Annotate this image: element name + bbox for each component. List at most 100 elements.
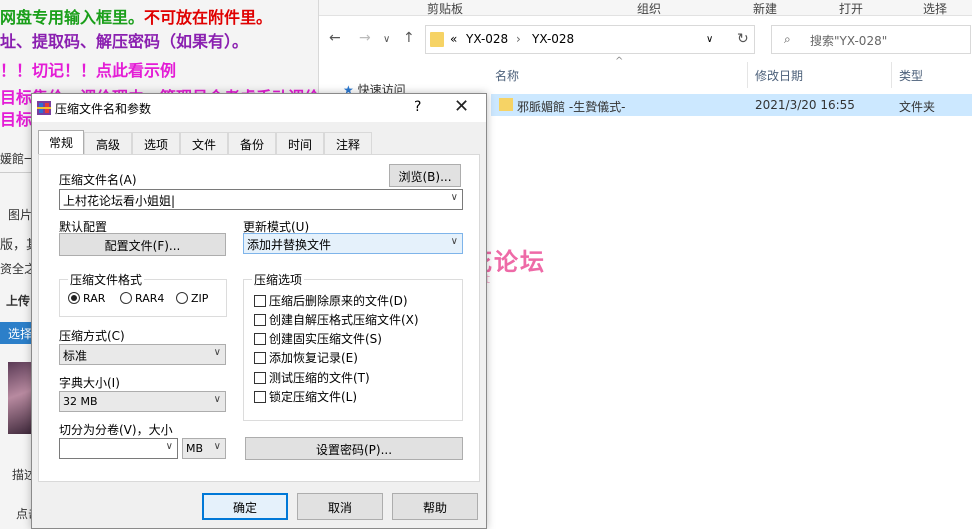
update-mode-select[interactable]: 添加并替换文件 ∨ xyxy=(243,233,463,254)
checkbox-icon xyxy=(254,352,266,364)
search-box[interactable]: ⌕ 搜索"YX-028" xyxy=(771,25,971,54)
radio-rar[interactable]: RAR xyxy=(68,292,105,305)
ribbon-organize: 组织 xyxy=(637,2,662,16)
checkbox-icon xyxy=(254,314,266,326)
ribbon-open: 打开 xyxy=(839,2,864,16)
radio-selected-icon xyxy=(68,292,80,304)
help-icon[interactable]: ? xyxy=(414,99,421,115)
address-bar[interactable]: « YX-028 › YX-028 ∨ xyxy=(425,25,755,54)
ok-button[interactable]: 确定 xyxy=(202,493,288,520)
file-date: 2021/3/20 16:55 xyxy=(755,98,855,112)
breadcrumb-overflow[interactable]: « xyxy=(450,32,457,46)
file-name: 邪脈媚館 -生贄儀式- xyxy=(517,100,626,114)
method-value: 标准 xyxy=(63,349,88,363)
tab-panel-general: 压缩文件名(A) 浏览(B)... 上村花论坛看小姐姐| ∨ 默认配置 配置文件… xyxy=(38,154,480,482)
search-placeholder: 搜索"YX-028" xyxy=(810,34,888,48)
page-text-b: 图片 xyxy=(8,208,33,222)
column-type[interactable]: 类型 xyxy=(899,67,923,84)
folder-icon xyxy=(499,98,513,111)
options-group-label: 压缩选项 xyxy=(252,271,305,288)
column-separator[interactable] xyxy=(891,62,892,88)
archive-name-field[interactable]: 上村花论坛看小姐姐| ∨ xyxy=(59,189,463,210)
file-type: 文件夹 xyxy=(899,100,936,114)
radio-rar-label: RAR xyxy=(83,292,106,305)
option-label: 压缩后删除原来的文件(D) xyxy=(269,294,408,308)
column-name[interactable]: 名称 xyxy=(495,67,519,84)
option-test[interactable]: 测试压缩的文件(T) xyxy=(254,369,370,386)
chevron-down-icon[interactable]: ∨ xyxy=(214,347,221,358)
breadcrumb-item[interactable]: YX-028 xyxy=(466,32,508,46)
method-label: 压缩方式(C) xyxy=(59,329,125,343)
option-delete-after[interactable]: 压缩后删除原来的文件(D) xyxy=(254,292,408,309)
refresh-icon[interactable]: ↻ xyxy=(737,31,749,47)
tab-advanced[interactable]: 高级 xyxy=(84,132,132,154)
address-dropdown-icon[interactable]: ∨ xyxy=(706,34,713,45)
chevron-down-icon[interactable]: ∨ xyxy=(166,441,173,452)
chevron-down-icon[interactable]: ∨ xyxy=(451,236,458,247)
set-password-button[interactable]: 设置密码(P)... xyxy=(245,437,463,460)
ribbon-select: 选择 xyxy=(923,2,948,16)
back-arrow-icon[interactable]: ← xyxy=(329,30,341,46)
method-select[interactable]: 标准 ∨ xyxy=(59,344,226,365)
tab-options[interactable]: 选项 xyxy=(132,132,180,154)
tab-time[interactable]: 时间 xyxy=(276,132,324,154)
split-unit-select[interactable]: MB ∨ xyxy=(182,438,226,459)
help-button[interactable]: 帮助 xyxy=(392,493,478,520)
forward-arrow-icon[interactable]: → xyxy=(359,30,371,46)
option-label: 测试压缩的文件(T) xyxy=(269,371,370,385)
option-lock[interactable]: 锁定压缩文件(L) xyxy=(254,388,357,405)
update-mode-value: 添加并替换文件 xyxy=(247,238,332,252)
checkbox-icon xyxy=(254,333,266,345)
chevron-down-icon[interactable]: ∨ xyxy=(214,441,221,452)
column-separator[interactable] xyxy=(747,62,748,88)
select-tab[interactable]: 选择 xyxy=(0,322,32,344)
tab-files[interactable]: 文件 xyxy=(180,132,228,154)
option-label: 创建自解压格式压缩文件(X) xyxy=(269,313,419,327)
up-arrow-icon[interactable]: ↑ xyxy=(403,30,415,46)
radio-zip[interactable]: ZIP xyxy=(176,292,208,305)
radio-zip-label: ZIP xyxy=(191,292,209,305)
tab-comment[interactable]: 注释 xyxy=(324,132,372,154)
cancel-button[interactable]: 取消 xyxy=(297,493,383,520)
radio-icon xyxy=(120,292,132,304)
format-group-label: 压缩文件格式 xyxy=(68,271,145,288)
page-text-e: 上传 xyxy=(6,294,31,308)
browse-button[interactable]: 浏览(B)... xyxy=(389,164,461,187)
close-icon[interactable]: ✕ xyxy=(454,96,469,117)
notice-green-text: 网盘专用输入框里。 xyxy=(0,8,145,27)
winrar-app-icon xyxy=(37,101,51,115)
option-sfx[interactable]: 创建自解压格式压缩文件(X) xyxy=(254,311,419,328)
notice-red-text: 不可放在附件里。 xyxy=(144,8,273,27)
split-label: 切分为分卷(V)，大小 xyxy=(59,423,173,437)
tab-backup[interactable]: 备份 xyxy=(228,132,276,154)
sort-up-icon: ^ xyxy=(615,56,624,67)
options-group: 压缩选项 压缩后删除原来的文件(D) 创建自解压格式压缩文件(X) 创建固实压缩… xyxy=(243,271,463,421)
split-unit-value: MB xyxy=(186,442,204,455)
dictionary-value: 32 MB xyxy=(63,395,98,408)
option-solid[interactable]: 创建固实压缩文件(S) xyxy=(254,330,382,347)
split-size-input[interactable]: ∨ xyxy=(59,438,178,459)
radio-rar4[interactable]: RAR4 xyxy=(120,292,164,305)
file-row[interactable]: 邪脈媚館 -生贄儀式- 2021/3/20 16:55 文件夹 xyxy=(491,94,972,116)
profiles-button[interactable]: 配置文件(F)... xyxy=(59,233,226,256)
ribbon-new: 新建 xyxy=(753,2,778,16)
recent-chevron-icon[interactable]: ∨ xyxy=(383,34,390,45)
search-icon: ⌕ xyxy=(784,32,791,46)
ribbon-clipboard: 剪贴板 xyxy=(427,2,464,16)
archive-name-value: 上村花论坛看小姐姐| xyxy=(63,194,176,208)
checkbox-icon xyxy=(254,372,266,384)
breadcrumb-item[interactable]: YX-028 xyxy=(532,32,574,46)
option-recovery[interactable]: 添加恢复记录(E) xyxy=(254,349,358,366)
notice-line-3[interactable]: ！！切记！！点此看示例 xyxy=(0,57,176,81)
dialog-titlebar[interactable]: 压缩文件名和参数 ? ✕ xyxy=(32,94,486,122)
dictionary-select[interactable]: 32 MB ∨ xyxy=(59,391,226,412)
checkbox-icon xyxy=(254,295,266,307)
chevron-down-icon[interactable]: ∨ xyxy=(214,394,221,405)
option-label: 添加恢复记录(E) xyxy=(269,351,358,365)
tab-general[interactable]: 常规 xyxy=(38,130,84,155)
option-label: 创建固实压缩文件(S) xyxy=(269,332,382,346)
chevron-down-icon[interactable]: ∨ xyxy=(451,192,458,203)
column-date[interactable]: 修改日期 xyxy=(755,67,803,84)
folder-icon xyxy=(430,32,444,47)
radio-rar4-label: RAR4 xyxy=(135,292,165,305)
